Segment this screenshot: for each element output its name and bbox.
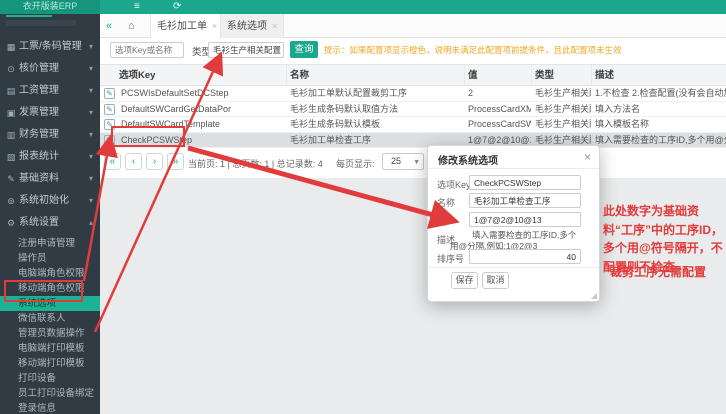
- tab-sweater-work-order[interactable]: 毛衫加工单×: [150, 14, 224, 38]
- chevron-up-icon: ▴: [89, 212, 93, 234]
- tab-system-options[interactable]: 系统选项×: [220, 14, 284, 38]
- chevron-down-icon: ▾: [89, 190, 93, 212]
- name-label: 名称: [437, 196, 455, 209]
- collapse-tabs-icon[interactable]: «: [106, 18, 112, 34]
- table-row[interactable]: ✎ DefaultSWCardTemplate 毛衫生成条码默认模板 Proce…: [100, 117, 726, 133]
- check-circle-icon: ⊙: [6, 58, 16, 80]
- edit-option-modal: 修改系统选项 × 选项Key 名称 值* 描述 填入需要检查的工序ID,多个用@…: [427, 145, 600, 302]
- value-label: 值: [437, 217, 446, 227]
- chevron-down-icon: ▾: [89, 124, 93, 146]
- tabbar: « ⌂ 毛衫加工单× 系统选项×: [100, 14, 726, 38]
- sidebar-subitem-pc-print-template[interactable]: 电脑端打印模板: [0, 341, 100, 356]
- sidebar-item-price-check[interactable]: ⊙ 核价管理 ▾: [0, 58, 100, 80]
- sidebar-subitem-login-info[interactable]: 登录信息: [0, 401, 100, 414]
- sidebar-partial-item: [6, 20, 76, 26]
- tickets-icon: ▦: [6, 36, 16, 58]
- page-size-select[interactable]: 25 ▼: [382, 153, 424, 170]
- sidebar-subitem-operator[interactable]: 操作员: [0, 251, 100, 266]
- sidebar-subitem-pc-role-permission[interactable]: 电脑端角色权限: [0, 266, 100, 281]
- annotation-note: 裁剪工序无需配置: [610, 263, 706, 280]
- gear-icon: ⚙: [6, 212, 16, 234]
- col-type: 类型: [532, 65, 592, 87]
- filter-hint: 提示：如果配置项显示橙色，说明未满足此配置项前提条件，且此配置项未生效: [324, 44, 624, 56]
- edit-icon[interactable]: ✎: [104, 135, 115, 146]
- option-key-field[interactable]: [469, 175, 581, 190]
- chevron-down-icon: ▼: [274, 43, 281, 57]
- table-row-selected[interactable]: ✎ CheckPCSWStep 毛衫加工单检查工序 1@7@2@10@13 毛衫…: [100, 133, 726, 149]
- home-icon[interactable]: ⌂: [128, 18, 135, 34]
- sidebar-active-underline: [6, 15, 52, 17]
- sidebar-item-report-stats[interactable]: ▧ 报表统计 ▾: [0, 146, 100, 168]
- app-root: 衣开版装ERP ≡ ⟳ ▦ 工票/条码管理 ▾ ⊙ 核价管理 ▾ ▤ 工资管理 …: [0, 0, 726, 414]
- chevron-down-icon: ▾: [89, 80, 93, 102]
- menu-icon[interactable]: ≡: [134, 0, 140, 14]
- modal-title: 修改系统选项: [438, 152, 498, 167]
- last-page-button[interactable]: »: [167, 153, 184, 170]
- next-page-button[interactable]: ›: [146, 153, 163, 170]
- chevron-down-icon: ▾: [89, 58, 93, 80]
- chevron-down-icon: ▾: [89, 146, 93, 168]
- sidebar: ▦ 工票/条码管理 ▾ ⊙ 核价管理 ▾ ▤ 工资管理 ▾ ▣ 发票管理 ▾ ▥…: [0, 14, 100, 414]
- col-value: 值: [465, 65, 532, 87]
- cancel-button[interactable]: 取消: [482, 272, 509, 289]
- sidebar-item-salary[interactable]: ▤ 工资管理 ▾: [0, 80, 100, 102]
- sidebar-item-system-init[interactable]: ⊚ 系统初始化 ▾: [0, 190, 100, 212]
- chevron-down-icon: ▾: [89, 36, 93, 58]
- search-input[interactable]: [110, 42, 184, 58]
- edit-icon[interactable]: ✎: [104, 104, 115, 115]
- close-icon[interactable]: ×: [584, 150, 591, 164]
- topbar: 衣开版装ERP ≡ ⟳: [0, 0, 726, 14]
- table-row[interactable]: ✎ DefaultSWCardGetDataPor 毛衫生成条码默认取值方法 P…: [100, 102, 726, 118]
- query-button[interactable]: 查询: [290, 41, 318, 58]
- page-size-label: 每页显示:: [336, 157, 375, 170]
- col-option-key: 选项Key: [116, 65, 287, 87]
- sidebar-item-work-ticket-barcode[interactable]: ▦ 工票/条码管理 ▾: [0, 36, 100, 58]
- refresh-icon[interactable]: ⟳: [173, 0, 181, 14]
- order-field[interactable]: [469, 249, 581, 264]
- chevron-down-icon: ▾: [89, 168, 93, 190]
- required-asterisk: *: [446, 217, 450, 227]
- close-icon[interactable]: ×: [272, 21, 277, 31]
- brand-title: 衣开版装ERP: [0, 0, 100, 14]
- sidebar-item-finance[interactable]: ▥ 财务管理 ▾: [0, 124, 100, 146]
- value-field[interactable]: [469, 212, 581, 227]
- sidebar-subitem-mobile-print-template[interactable]: 移动端打印模板: [0, 356, 100, 371]
- chart-icon: ▧: [6, 146, 16, 168]
- sidebar-subitem-admin-data-ops[interactable]: 管理员数据操作: [0, 326, 100, 341]
- table-header: 选项Key 名称 值 类型 描述: [100, 64, 726, 86]
- document-icon: ▤: [6, 80, 16, 102]
- col-desc: 描述: [592, 65, 726, 87]
- sidebar-item-invoice[interactable]: ▣ 发票管理 ▾: [0, 102, 100, 124]
- pagination-info: 当前页: 1 | 总页数: 1 | 总记录数: 4: [188, 157, 323, 170]
- chevron-down-icon: ▼: [413, 155, 420, 170]
- sidebar-item-system-settings[interactable]: ⚙ 系统设置 ▴: [0, 212, 100, 234]
- pencil-icon: ✎: [6, 168, 16, 190]
- sidebar-subitem-employee-print-binding[interactable]: 员工打印设备绑定: [0, 386, 100, 401]
- sidebar-subitem-print-device[interactable]: 打印设备: [0, 371, 100, 386]
- sidebar-subitem-wechat-contacts[interactable]: 微信联系人: [0, 311, 100, 326]
- card-icon: ▥: [6, 124, 16, 146]
- table-row[interactable]: ✎ PCSWIsDefaultSetDCStep 毛衫加工单默认配置裁剪工序 2…: [100, 86, 726, 102]
- save-button[interactable]: 保存: [451, 272, 478, 289]
- invoice-icon: ▣: [6, 102, 16, 124]
- first-page-button[interactable]: «: [104, 153, 121, 170]
- chevron-down-icon: ▾: [89, 102, 93, 124]
- name-field[interactable]: [469, 193, 581, 208]
- divider: [428, 168, 599, 169]
- close-icon[interactable]: ×: [212, 21, 217, 31]
- prev-page-button[interactable]: ‹: [125, 153, 142, 170]
- sidebar-subitem-mobile-role-permission[interactable]: 移动端角色权限: [0, 281, 100, 296]
- init-icon: ⊚: [6, 190, 16, 212]
- resize-handle[interactable]: ◢: [591, 291, 597, 300]
- option-key-label: 选项Key: [437, 178, 471, 191]
- type-select[interactable]: 毛衫生产相关配置 ▼: [208, 42, 284, 58]
- edit-icon[interactable]: ✎: [104, 88, 115, 99]
- sidebar-item-base-data[interactable]: ✎ 基础资料 ▾: [0, 168, 100, 190]
- edit-icon[interactable]: ✎: [104, 119, 115, 130]
- col-name: 名称: [287, 65, 465, 87]
- divider: [428, 267, 599, 268]
- sidebar-subitem-system-options[interactable]: 系统选项: [0, 296, 100, 311]
- order-label: 排序号: [437, 252, 464, 265]
- sidebar-subitem-register-apply[interactable]: 注册申请管理: [0, 236, 100, 251]
